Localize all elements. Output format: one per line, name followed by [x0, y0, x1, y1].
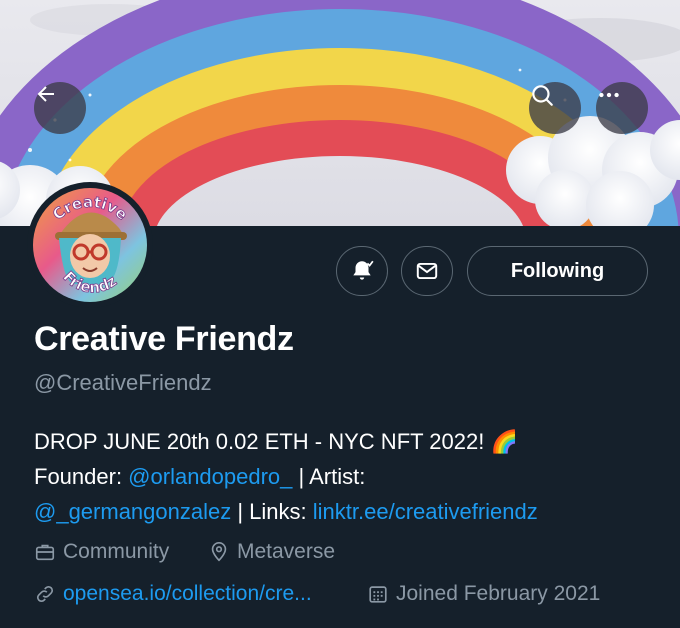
profile-handle: @CreativeFriendz	[34, 370, 212, 395]
linktree-link[interactable]: linktr.ee/creativefriendz	[313, 499, 538, 524]
avatar-illustration: Creative Friendz	[49, 192, 132, 297]
more-button[interactable]	[596, 82, 648, 134]
back-button[interactable]	[34, 82, 86, 134]
founder-mention-link[interactable]: @orlandopedro_	[128, 464, 292, 489]
more-horizontal-icon	[599, 92, 619, 98]
meta-location: Metaverse	[208, 540, 335, 564]
bell-check-icon	[353, 260, 374, 280]
notifications-button[interactable]	[336, 246, 388, 296]
joined-text: Joined February 2021	[396, 582, 601, 605]
rainbow-emoji: 🌈	[490, 429, 518, 454]
artist-mention-link[interactable]: @_germangonzalez	[34, 499, 231, 524]
website-link[interactable]: opensea.io/collection/cre...	[63, 582, 312, 606]
location-text: Metaverse	[237, 540, 336, 563]
following-button[interactable]: Following	[467, 246, 648, 296]
meta-website: opensea.io/collection/cre...	[34, 582, 312, 606]
bio-artist-prefix: | Artist:	[292, 464, 366, 489]
profile-name: Creative Friendz	[34, 320, 294, 358]
location-pin-icon	[211, 542, 227, 562]
message-button[interactable]	[401, 246, 453, 296]
search-icon	[532, 85, 553, 106]
arrow-left-icon	[37, 86, 54, 102]
category-text: Community	[63, 540, 170, 563]
briefcase-icon	[35, 544, 55, 561]
meta-category: Community	[34, 540, 169, 564]
search-button[interactable]	[529, 82, 581, 134]
bio-links-prefix: | Links:	[231, 499, 313, 524]
avatar[interactable]: Creative Friendz	[27, 182, 153, 308]
bio-founder-prefix: Founder:	[34, 464, 129, 489]
bio-line-1: DROP JUNE 20th 0.02 ETH - NYC NFT 2022!	[34, 429, 491, 454]
calendar-icon	[369, 586, 387, 603]
link-icon	[36, 585, 54, 603]
profile-bio: DROP JUNE 20th 0.02 ETH - NYC NFT 2022! …	[34, 424, 654, 529]
meta-joined: Joined February 2021	[367, 582, 600, 606]
envelope-icon	[416, 262, 438, 280]
